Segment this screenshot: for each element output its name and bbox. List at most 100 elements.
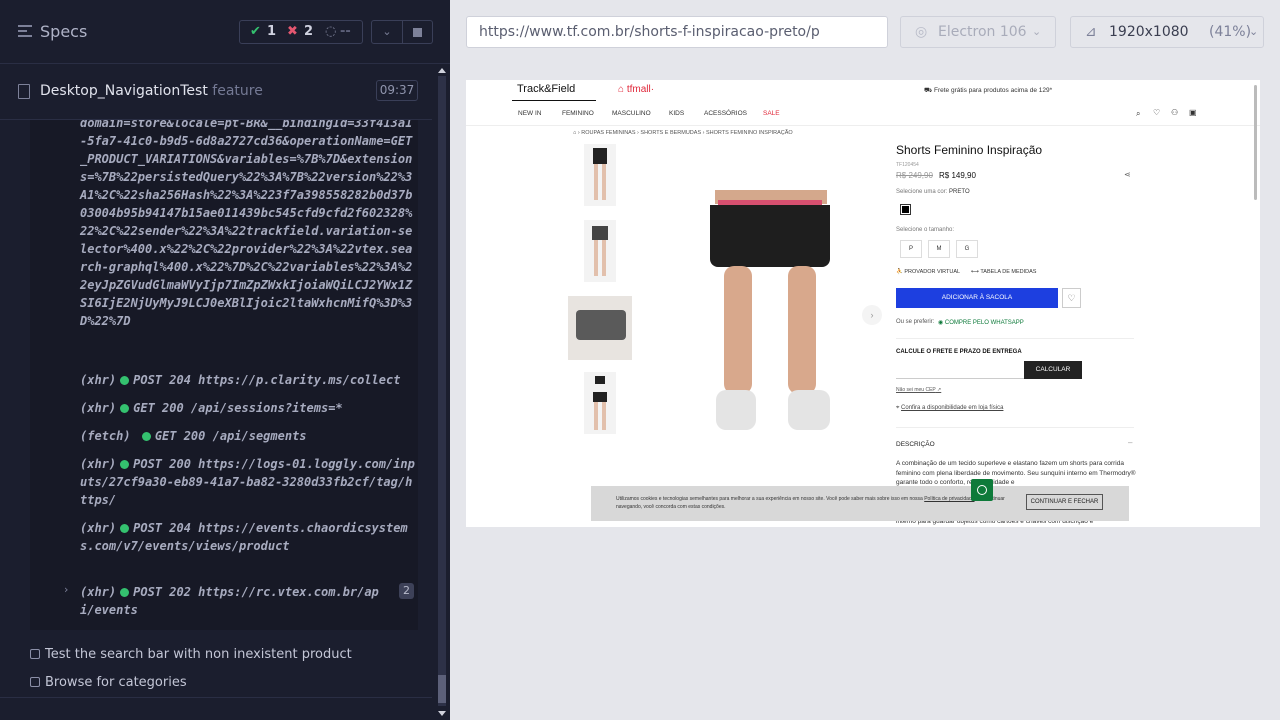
scroll-up-icon[interactable] <box>438 68 446 73</box>
log-entry[interactable]: (xhr) GET 200 /api/sessions?items=* <box>80 399 415 417</box>
product-thumbnail[interactable] <box>584 144 616 206</box>
log-entry-type: (xhr) <box>80 457 117 471</box>
product-thumbnail[interactable] <box>568 296 632 360</box>
next-image-button[interactable]: › <box>862 305 882 325</box>
minus-icon[interactable]: – <box>1128 438 1132 447</box>
size-chart-link[interactable]: ⟷ TABELA DE MEDIDAS <box>971 269 1036 275</box>
log-entry[interactable]: (xhr) POST 204 https://p.clarity.ms/colle… <box>80 371 415 389</box>
cep-input[interactable] <box>896 361 1024 379</box>
color-label: Selecione uma cor: PRETO <box>896 189 970 195</box>
whatsapp-buy-link[interactable]: ◉ COMPRE PELO WHATSAPP <box>938 319 1024 326</box>
color-swatch-black[interactable] <box>900 204 911 215</box>
log-entry-type: (fetch) <box>80 429 131 443</box>
whatsapp-float-button[interactable] <box>971 479 993 501</box>
nav-item-kids[interactable]: KIDS <box>669 110 684 117</box>
nav-item-feminino[interactable]: FEMININO <box>562 110 594 117</box>
scrollbar-thumb[interactable] <box>438 675 446 703</box>
test-item[interactable]: Browse for categories <box>30 675 187 690</box>
log-entry[interactable]: (xhr) POST 202 https://rc.vtex.com.br/api… <box>80 583 380 619</box>
log-entry-type: (xhr) <box>80 585 117 599</box>
breadcrumb-item[interactable]: SHORTS FEMININO INSPIRAÇÃO <box>706 130 793 136</box>
calculate-button[interactable]: CALCULAR <box>1024 361 1082 379</box>
shipping-calc-heading: CALCULE O FRETE E PRAZO DE ENTREGA <box>896 349 1022 355</box>
product-thumbnail[interactable] <box>584 372 616 434</box>
log-entry[interactable]: (xhr) POST 204 https://events.chaordicsys… <box>80 519 415 555</box>
page-scrollbar-thumb[interactable] <box>1254 85 1257 200</box>
viewport-size[interactable]: ⊿ 1920x1080 (41%) ⌄ <box>1070 16 1264 48</box>
chevron-down-icon: ⌄ <box>1032 25 1042 38</box>
product-main-image[interactable] <box>690 190 850 435</box>
scroll-down-icon[interactable] <box>438 711 446 716</box>
store-availability-link[interactable]: ⌖ Confira a disponibilidade em loja físi… <box>896 405 1003 412</box>
log-entry[interactable]: (xhr) POST 200 https://logs-01.loggly.com… <box>80 455 415 509</box>
shipping-banner: ⛟ Frete grátis para produtos acima de 12… <box>924 87 1053 94</box>
divider <box>512 100 596 101</box>
nav-item-new-in[interactable]: NEW IN <box>518 110 541 117</box>
size-option[interactable]: G <box>956 240 978 258</box>
brand-logo[interactable]: Track&Field <box>517 83 575 95</box>
product-thumbnail[interactable] <box>584 220 616 282</box>
wishlist-button[interactable]: ♡ <box>1062 288 1081 308</box>
check-icon: ✔ <box>250 24 261 39</box>
nav-item-masculino[interactable]: MASCULINO <box>612 110 651 117</box>
pending-icon: ◌ <box>325 24 337 39</box>
test-stats: ✔ 1 ✖ 2 ◌ -- <box>239 20 363 44</box>
test-item[interactable]: Test the search bar with non inexistent … <box>30 647 352 662</box>
color-value: PRETO <box>949 189 970 195</box>
viewport-scale: (41%) <box>1209 24 1252 40</box>
menu-icon[interactable] <box>18 25 32 37</box>
command-log-panel: domain=store&locale=pt-BR&__bindingId=33… <box>30 120 418 630</box>
pending-count: -- <box>340 24 351 39</box>
divider <box>896 338 1134 339</box>
divider <box>0 697 432 698</box>
size-chart-label: TABELA DE MEDIDAS <box>980 269 1037 275</box>
stop-button[interactable] <box>403 20 433 44</box>
no-cep-link[interactable]: Não sei meu CEP ↗ <box>896 387 941 393</box>
specs-title[interactable]: Specs <box>40 22 87 41</box>
nav-item-acessorios[interactable]: ACESSÓRIOS <box>704 110 747 117</box>
cookie-banner: Utilizamos cookies e tecnologias semelha… <box>591 486 1129 521</box>
breadcrumb-item[interactable]: SHORTS E BERMUDAS <box>640 130 701 136</box>
log-entry[interactable]: (fetch) GET 200 /api/segments <box>80 427 415 445</box>
cookie-accept-button[interactable]: CONTINUAR E FECHAR <box>1026 494 1103 510</box>
aut-url-bar[interactable]: https://www.tf.com.br/shorts-f-inspiraca… <box>466 16 888 48</box>
size-option[interactable]: M <box>928 240 950 258</box>
cookie-text: Utilizamos cookies e tecnologias semelha… <box>616 496 1016 511</box>
command-log: domain=store&locale=pt-BR&__bindingId=33… <box>0 120 432 630</box>
product-sku: TF120454 <box>896 162 919 168</box>
breadcrumb-item[interactable]: ROUPAS FEMININAS <box>581 130 635 136</box>
reporter-scrollbar[interactable] <box>436 64 448 720</box>
description-heading[interactable]: DESCRIÇÃO <box>896 441 935 448</box>
divider <box>466 125 1260 126</box>
bag-icon[interactable]: ▣ <box>1189 108 1197 117</box>
shipping-banner-text: Frete grátis para produtos acima de 129* <box>933 87 1053 94</box>
duration-badge: 09:37 <box>376 80 418 101</box>
log-entry-count-badge: 2 <box>399 583 414 599</box>
no-cep-label: Não sei meu CEP <box>896 387 936 393</box>
scrollbar-track[interactable] <box>438 76 446 706</box>
tfmall-label: tfmall <box>626 84 651 95</box>
chevron-right-icon[interactable]: › <box>64 583 68 596</box>
browser-name: Electron 106 <box>938 24 1027 40</box>
stop-icon <box>413 28 422 37</box>
home-icon[interactable]: ⌂ <box>573 130 576 136</box>
tfmall-logo[interactable]: ⌂ tfmall· <box>618 84 654 95</box>
description-text: A combinação de um tecido superleve e el… <box>896 460 1136 486</box>
heart-icon[interactable]: ♡ <box>1153 108 1160 117</box>
log-entry-text: POST 204 https://events.chaordicsystems.… <box>80 521 408 553</box>
size-option[interactable]: P <box>900 240 922 258</box>
share-icon[interactable]: ⋖ <box>1124 170 1131 179</box>
browser-selector[interactable]: ◎ Electron 106 ⌄ <box>900 16 1056 48</box>
virtual-fitter-link[interactable]: ⛹ PROVADOR VIRTUAL <box>896 269 960 275</box>
file-icon <box>18 84 30 99</box>
aut-iframe[interactable]: Track&Field ⌂ tfmall· ⛟ Frete grátis par… <box>466 80 1260 527</box>
privacy-policy-link[interactable]: Política de privacidade <box>924 496 974 502</box>
old-price: R$ 249,90 <box>896 171 933 180</box>
virtual-fitter-label: PROVADOR VIRTUAL <box>904 269 961 275</box>
user-icon[interactable]: ⚇ <box>1171 108 1178 117</box>
search-icon[interactable]: ⌕ <box>1136 109 1140 119</box>
nav-item-sale[interactable]: SALE <box>763 110 780 117</box>
spec-file-name[interactable]: Desktop_NavigationTest feature <box>40 83 263 99</box>
chevron-down-icon[interactable]: ⌄ <box>371 20 403 44</box>
add-to-bag-button[interactable]: ADICIONAR À SACOLA <box>896 288 1058 308</box>
